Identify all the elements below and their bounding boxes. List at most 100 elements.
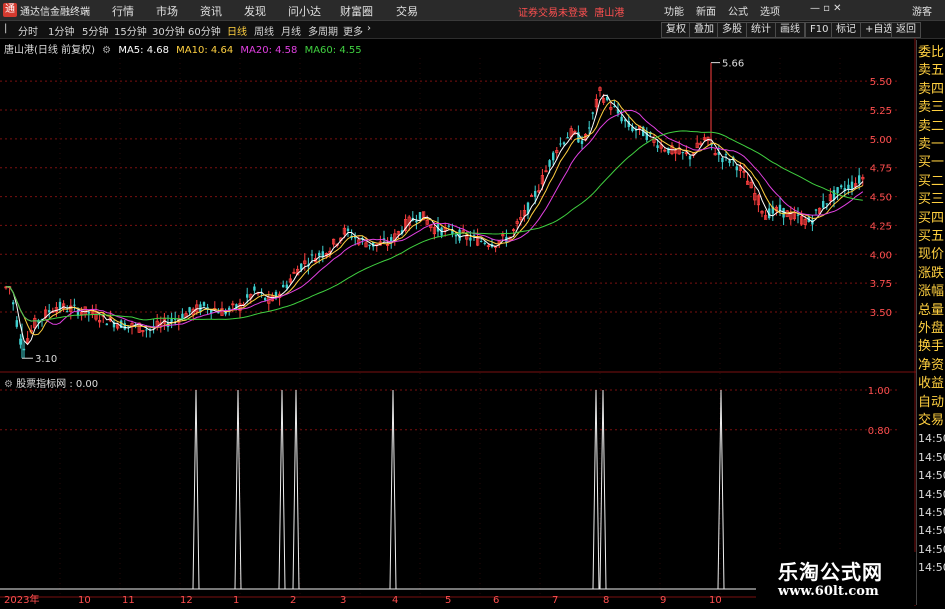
- multi-stock-button[interactable]: 多股: [717, 22, 747, 38]
- price-tick-label: 4.00: [870, 250, 892, 261]
- candle-body-down: [814, 209, 818, 211]
- price-tick-label: 5.00: [870, 135, 892, 146]
- tab-1min[interactable]: 1分钟: [48, 23, 74, 38]
- candle-body-down: [368, 244, 371, 246]
- candle-body-down: [66, 311, 69, 313]
- candle-body-down: [458, 229, 461, 241]
- quote-side-label: 自动: [918, 394, 945, 410]
- tab-30min[interactable]: 30分钟: [152, 23, 185, 38]
- chart-grid: [0, 38, 916, 606]
- settings-icon-2[interactable]: ⚙: [4, 379, 13, 390]
- x-axis-label: 4: [392, 595, 398, 606]
- tab-daily[interactable]: 日线: [227, 23, 247, 38]
- candle-body-down: [735, 166, 738, 171]
- candle-body-down: [721, 157, 724, 163]
- adjust-button[interactable]: 复权: [661, 22, 691, 38]
- candle-body-down: [483, 242, 486, 245]
- menu-trade[interactable]: 交易: [396, 3, 418, 19]
- candle-body-down: [480, 240, 483, 242]
- quote-side-label: 买一: [918, 155, 945, 171]
- quote-side-label: 涨跌: [918, 265, 945, 281]
- indicator-spike: [278, 389, 286, 590]
- login-status[interactable]: 证券交易未登录 唐山港: [518, 4, 624, 19]
- candle-body-down: [19, 338, 22, 345]
- candle-body-down: [825, 203, 828, 205]
- ma5-line: [5, 94, 864, 346]
- min-price-label: 3.10: [35, 354, 57, 365]
- back-button[interactable]: 返回: [891, 22, 921, 38]
- menu-function[interactable]: 功能: [664, 3, 684, 18]
- more-chevron-icon[interactable]: ›: [367, 23, 371, 34]
- menu-options[interactable]: 选项: [760, 3, 780, 18]
- tab-15min[interactable]: 15分钟: [114, 23, 147, 38]
- candle-body-down: [454, 234, 458, 237]
- candle-body-down: [170, 318, 173, 322]
- menu-news[interactable]: 资讯: [200, 3, 222, 19]
- tab-intraday[interactable]: 分时: [18, 23, 38, 38]
- quote-side-label: 卖一: [918, 137, 945, 152]
- quote-side-label: 14:50: [918, 450, 945, 464]
- tab-multi-period[interactable]: 多周期: [308, 23, 338, 38]
- candle-body-down: [300, 263, 303, 270]
- candle-body-down: [559, 143, 562, 145]
- quote-side-label: 买五: [918, 229, 945, 244]
- tab-weekly[interactable]: 周线: [254, 23, 274, 38]
- candle-body-down: [562, 142, 566, 145]
- menu-formula[interactable]: 公式: [728, 3, 748, 18]
- max-price-label: 5.66: [722, 59, 744, 70]
- candle-body-down: [566, 137, 569, 139]
- quote-side-label: 14:50: [918, 561, 945, 575]
- candle-body-down: [836, 187, 839, 194]
- candle-body-down: [580, 140, 584, 144]
- quote-side-label: 买四: [918, 210, 945, 226]
- menu-discover[interactable]: 发现: [244, 3, 266, 19]
- x-axis-label: 10: [709, 595, 722, 606]
- candle-body-down: [822, 200, 825, 208]
- f10-button[interactable]: F10: [805, 22, 834, 38]
- candle-body-down: [73, 304, 76, 306]
- draw-line-button[interactable]: 画线: [775, 22, 805, 38]
- quote-side-label: 14:50: [918, 487, 945, 501]
- indicator-label: ⚙ 股票指标网 : 0.00: [4, 375, 98, 390]
- candle-body-down: [724, 154, 728, 156]
- price-tick-label: 3.50: [870, 308, 892, 319]
- guest-user[interactable]: 游客: [912, 3, 932, 18]
- ma10-line: [5, 99, 864, 336]
- menu-market-quotes[interactable]: 行情: [112, 3, 134, 19]
- quote-side-label: 卖四: [918, 81, 945, 97]
- indicator-spike: [592, 389, 600, 590]
- candlesticks: [4, 62, 865, 359]
- tab-monthly[interactable]: 月线: [281, 23, 301, 38]
- menu-new-page[interactable]: 新面: [696, 3, 716, 18]
- price-tick-label: 4.75: [870, 164, 892, 175]
- candle-body-down: [447, 225, 450, 227]
- x-axis-label: 3: [340, 595, 346, 606]
- price-tick-label: 5.50: [870, 77, 892, 88]
- indicator-spike: [292, 389, 300, 590]
- statistics-button[interactable]: 统计: [746, 22, 776, 38]
- quote-side-label: 委比: [918, 45, 945, 60]
- period-prefix-icon: |: [4, 23, 8, 34]
- indicator-tick-label: 0.80: [868, 426, 890, 437]
- mark-button[interactable]: 标记: [831, 22, 861, 38]
- candle-body-down: [188, 307, 191, 313]
- candle-body-down: [253, 286, 256, 291]
- tab-5min[interactable]: 5分钟: [82, 23, 108, 38]
- overlay-button[interactable]: 叠加: [689, 22, 719, 38]
- menu-market[interactable]: 市场: [156, 3, 178, 19]
- tab-60min[interactable]: 60分钟: [188, 23, 221, 38]
- candle-body-down: [840, 185, 843, 188]
- app-logo-icon: 通: [3, 3, 17, 17]
- candle-body-down: [105, 323, 108, 326]
- chart-area[interactable]: 5.50 5.25 5.00 4.75 4.50 4.25 4.00 3.75 3.50 1.00…: [0, 38, 916, 606]
- title-bar: [0, 0, 945, 21]
- candle-body-down: [534, 190, 537, 197]
- quote-side-label: 卖二: [918, 118, 945, 134]
- tab-more[interactable]: 更多: [343, 23, 363, 38]
- price-tick-label: 4.50: [870, 193, 892, 204]
- quote-side-label: 净资: [918, 357, 945, 373]
- menu-wealth-circle[interactable]: 财富圈: [340, 3, 373, 19]
- window-controls[interactable]: — ▫ ✕: [810, 3, 842, 14]
- menu-ask[interactable]: 问小达: [288, 3, 321, 19]
- x-axis-label: 5: [445, 595, 451, 606]
